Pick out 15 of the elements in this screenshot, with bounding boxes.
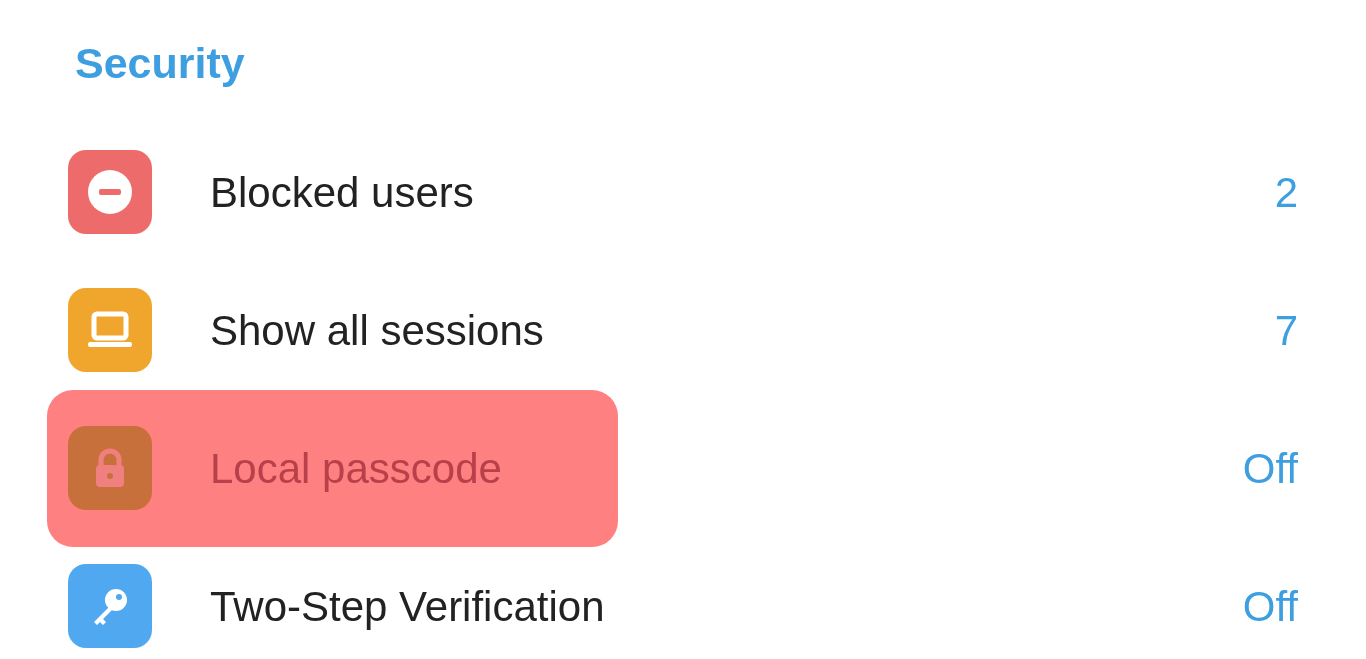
setting-value: Off [1242, 581, 1298, 632]
laptop-icon [68, 288, 152, 372]
setting-label: Two-Step Verification [210, 581, 605, 632]
key-icon [68, 564, 152, 648]
setting-item[interactable]: Two-Step Verification [47, 564, 618, 648]
setting-value: Off [1242, 443, 1298, 494]
setting-value: 7 [1274, 305, 1298, 356]
lock-icon [68, 426, 152, 510]
setting-label: Show all sessions [210, 305, 544, 356]
setting-item[interactable]: Blocked users [47, 150, 618, 234]
setting-item[interactable]: Show all sessions [47, 288, 618, 372]
setting-label: Local passcode [210, 443, 502, 494]
section-title: Security [75, 39, 245, 87]
setting-value: 2 [1274, 167, 1298, 218]
setting-label: Blocked users [210, 167, 474, 218]
